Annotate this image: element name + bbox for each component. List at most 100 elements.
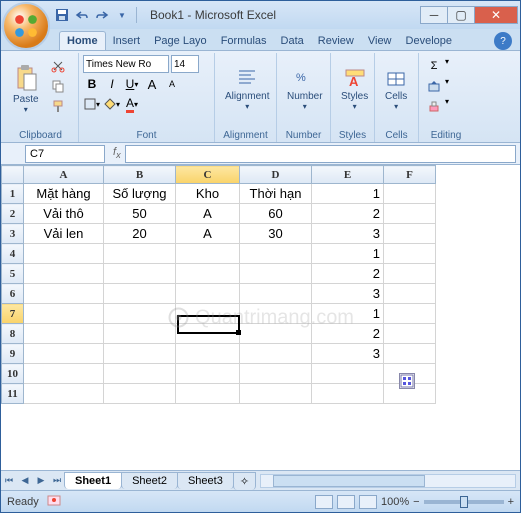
tab-home[interactable]: Home (59, 31, 106, 50)
cell-F1[interactable] (384, 184, 436, 204)
cell-C9[interactable] (176, 344, 240, 364)
sheet-nav-first[interactable]: ⏮ (1, 473, 17, 489)
row-header-1[interactable]: 1 (2, 184, 24, 204)
cell-A6[interactable] (24, 284, 104, 304)
close-button[interactable]: ✕ (474, 6, 518, 24)
cell-B10[interactable] (104, 364, 176, 384)
cell-E2[interactable]: 2 (312, 204, 384, 224)
cell-B3[interactable]: 20 (104, 224, 176, 244)
sheet-tab-2[interactable]: Sheet2 (121, 472, 178, 489)
cell-E8[interactable]: 2 (312, 324, 384, 344)
cell-E5[interactable]: 2 (312, 264, 384, 284)
tab-data[interactable]: Data (274, 32, 311, 50)
cell-B11[interactable] (104, 384, 176, 404)
col-header-E[interactable]: E (312, 166, 384, 184)
office-button[interactable] (2, 2, 50, 50)
cell-A2[interactable]: Vải thô (24, 204, 104, 224)
row-header-10[interactable]: 10 (2, 364, 24, 384)
cell-F8[interactable] (384, 324, 436, 344)
tab-review[interactable]: Review (311, 32, 361, 50)
col-header-D[interactable]: D (240, 166, 312, 184)
cell-A1[interactable]: Mặt hàng (24, 184, 104, 204)
minimize-button[interactable]: ─ (420, 6, 448, 24)
tab-insert[interactable]: Insert (106, 32, 148, 50)
cell-E6[interactable]: 3 (312, 284, 384, 304)
cell-F4[interactable] (384, 244, 436, 264)
qat-dropdown-icon[interactable]: ▼ (113, 6, 131, 24)
name-box[interactable]: C7 (25, 145, 105, 163)
cell-E7[interactable]: 1 (312, 304, 384, 324)
cell-B8[interactable] (104, 324, 176, 344)
undo-icon[interactable] (73, 6, 91, 24)
sheet-nav-prev[interactable]: ◀ (17, 473, 33, 489)
cell-E4[interactable]: 1 (312, 244, 384, 264)
sheet-tab-1[interactable]: Sheet1 (64, 472, 122, 489)
sheet-nav-next[interactable]: ▶ (33, 473, 49, 489)
cell-B9[interactable] (104, 344, 176, 364)
cell-D5[interactable] (240, 264, 312, 284)
cell-F5[interactable] (384, 264, 436, 284)
italic-button[interactable]: I (103, 75, 121, 93)
formula-bar[interactable] (125, 145, 516, 163)
row-header-4[interactable]: 4 (2, 244, 24, 264)
cell-E1[interactable]: 1 (312, 184, 384, 204)
cell-A3[interactable]: Vải len (24, 224, 104, 244)
macro-record-icon[interactable] (47, 493, 61, 510)
cell-A11[interactable] (24, 384, 104, 404)
col-header-C[interactable]: C (176, 166, 240, 184)
cells-button[interactable]: Cells▾ (379, 55, 413, 123)
cell-C2[interactable]: A (176, 204, 240, 224)
autosum-icon[interactable]: Σ (425, 57, 443, 75)
sheet-nav-last[interactable]: ⏭ (49, 473, 65, 489)
sheet-tab-3[interactable]: Sheet3 (177, 472, 234, 489)
alignment-button[interactable]: Alignment▾ (219, 55, 275, 123)
maximize-button[interactable]: ▢ (447, 6, 475, 24)
col-header-B[interactable]: B (104, 166, 176, 184)
styles-button[interactable]: A Styles▾ (335, 55, 374, 123)
cut-icon[interactable] (49, 57, 67, 75)
underline-button[interactable]: U▾ (123, 75, 141, 93)
number-button[interactable]: % Number▾ (281, 55, 329, 123)
cell-C6[interactable] (176, 284, 240, 304)
cell-D8[interactable] (240, 324, 312, 344)
cell-F9[interactable] (384, 344, 436, 364)
fx-icon[interactable]: fx (113, 146, 121, 160)
zoom-level[interactable]: 100% (381, 496, 409, 508)
zoom-out-button[interactable]: − (413, 496, 419, 508)
zoom-slider[interactable] (424, 500, 504, 504)
cell-D4[interactable] (240, 244, 312, 264)
row-header-3[interactable]: 3 (2, 224, 24, 244)
cell-D7[interactable] (240, 304, 312, 324)
horizontal-scrollbar[interactable] (260, 474, 516, 488)
format-painter-icon[interactable] (49, 97, 67, 115)
border-button[interactable]: ▾ (83, 95, 101, 113)
cell-C5[interactable] (176, 264, 240, 284)
row-header-9[interactable]: 9 (2, 344, 24, 364)
copy-icon[interactable] (49, 77, 67, 95)
cell-E9[interactable]: 3 (312, 344, 384, 364)
fill-icon[interactable] (425, 77, 443, 95)
view-pagebreak-button[interactable] (359, 495, 377, 509)
clear-icon[interactable] (425, 97, 443, 115)
zoom-in-button[interactable]: + (508, 496, 514, 508)
cell-B5[interactable] (104, 264, 176, 284)
cell-E10[interactable] (312, 364, 384, 384)
redo-icon[interactable] (93, 6, 111, 24)
cell-A5[interactable] (24, 264, 104, 284)
cell-C4[interactable] (176, 244, 240, 264)
cell-A8[interactable] (24, 324, 104, 344)
font-name-select[interactable]: Times New Ro (83, 55, 169, 73)
cell-F2[interactable] (384, 204, 436, 224)
col-header-F[interactable]: F (384, 166, 436, 184)
cell-F7[interactable] (384, 304, 436, 324)
cell-B7[interactable] (104, 304, 176, 324)
shrink-font-button[interactable]: A (163, 75, 181, 93)
cell-B2[interactable]: 50 (104, 204, 176, 224)
select-all-corner[interactable] (2, 166, 24, 184)
cell-D6[interactable] (240, 284, 312, 304)
font-size-select[interactable]: 14 (171, 55, 199, 73)
tab-view[interactable]: View (361, 32, 399, 50)
cell-B1[interactable]: Số lượng (104, 184, 176, 204)
cell-C11[interactable] (176, 384, 240, 404)
cell-D9[interactable] (240, 344, 312, 364)
